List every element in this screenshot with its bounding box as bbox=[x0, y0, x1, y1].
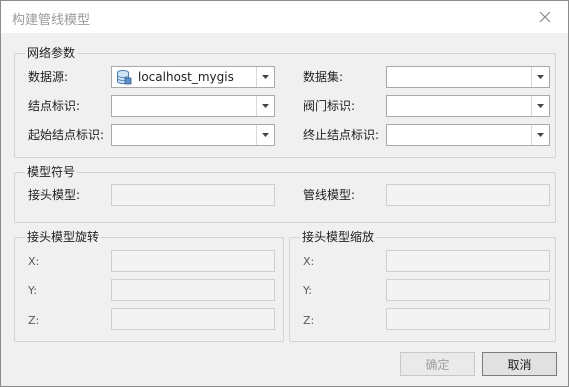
pipe-model-label: 管线模型: bbox=[303, 188, 356, 202]
node-id-combo[interactable] bbox=[111, 95, 275, 117]
dialog-title: 构建管线模型 bbox=[12, 13, 91, 28]
close-button[interactable] bbox=[533, 5, 557, 29]
valve-id-dropdown-button[interactable] bbox=[531, 96, 549, 116]
pipe-model-field[interactable] bbox=[386, 184, 550, 206]
end-node-dropdown-button[interactable] bbox=[531, 125, 549, 145]
chevron-down-icon bbox=[262, 75, 269, 79]
valve-id-label: 阀门标识: bbox=[303, 99, 356, 113]
scale-x-label: X: bbox=[303, 255, 315, 268]
database-icon bbox=[117, 70, 132, 85]
rotation-y-label: Y: bbox=[28, 284, 37, 297]
scale-z-field[interactable] bbox=[386, 308, 550, 330]
close-icon bbox=[539, 11, 551, 23]
dataset-combo[interactable] bbox=[386, 66, 550, 88]
rotation-z-label: Z: bbox=[28, 314, 40, 327]
scale-y-field[interactable] bbox=[386, 279, 550, 301]
start-node-combo[interactable] bbox=[111, 124, 275, 146]
node-id-label: 结点标识: bbox=[28, 99, 81, 113]
title-bar: 构建管线模型 bbox=[1, 1, 568, 33]
chevron-down-icon bbox=[537, 104, 544, 108]
network-params-legend: 网络参数 bbox=[27, 46, 76, 60]
dataset-label: 数据集: bbox=[303, 70, 344, 84]
rotation-x-field[interactable] bbox=[111, 250, 275, 272]
start-node-label: 起始结点标识: bbox=[28, 128, 105, 142]
model-symbol-legend: 模型符号 bbox=[27, 165, 76, 179]
datasource-combo[interactable]: localhost_mygis bbox=[111, 66, 275, 88]
ok-button[interactable]: 确定 bbox=[400, 352, 475, 376]
scale-y-label: Y: bbox=[303, 284, 312, 297]
chevron-down-icon bbox=[537, 133, 544, 137]
rotation-x-label: X: bbox=[28, 255, 40, 268]
joint-model-field[interactable] bbox=[111, 184, 275, 206]
datasource-value: localhost_mygis bbox=[138, 70, 234, 84]
joint-model-label: 接头模型: bbox=[28, 188, 81, 202]
rotation-z-field[interactable] bbox=[111, 308, 275, 330]
valve-id-combo[interactable] bbox=[386, 95, 550, 117]
scale-x-field[interactable] bbox=[386, 250, 550, 272]
node-id-dropdown-button[interactable] bbox=[256, 96, 274, 116]
scale-z-label: Z: bbox=[303, 314, 315, 327]
dialog-window: 构建管线模型 网络参数 数据源: localhost_mygis 数据集: 结点… bbox=[0, 0, 569, 387]
dataset-dropdown-button[interactable] bbox=[531, 67, 549, 87]
start-node-dropdown-button[interactable] bbox=[256, 125, 274, 145]
end-node-combo[interactable] bbox=[386, 124, 550, 146]
end-node-label: 终止结点标识: bbox=[303, 128, 380, 142]
chevron-down-icon bbox=[537, 75, 544, 79]
joint-scale-legend: 接头模型缩放 bbox=[302, 230, 375, 244]
cancel-button[interactable]: 取消 bbox=[482, 352, 557, 376]
datasource-dropdown-button[interactable] bbox=[256, 67, 274, 87]
joint-rotation-legend: 接头模型旋转 bbox=[27, 230, 100, 244]
rotation-y-field[interactable] bbox=[111, 279, 275, 301]
chevron-down-icon bbox=[262, 133, 269, 137]
datasource-label: 数据源: bbox=[28, 70, 69, 84]
chevron-down-icon bbox=[262, 104, 269, 108]
